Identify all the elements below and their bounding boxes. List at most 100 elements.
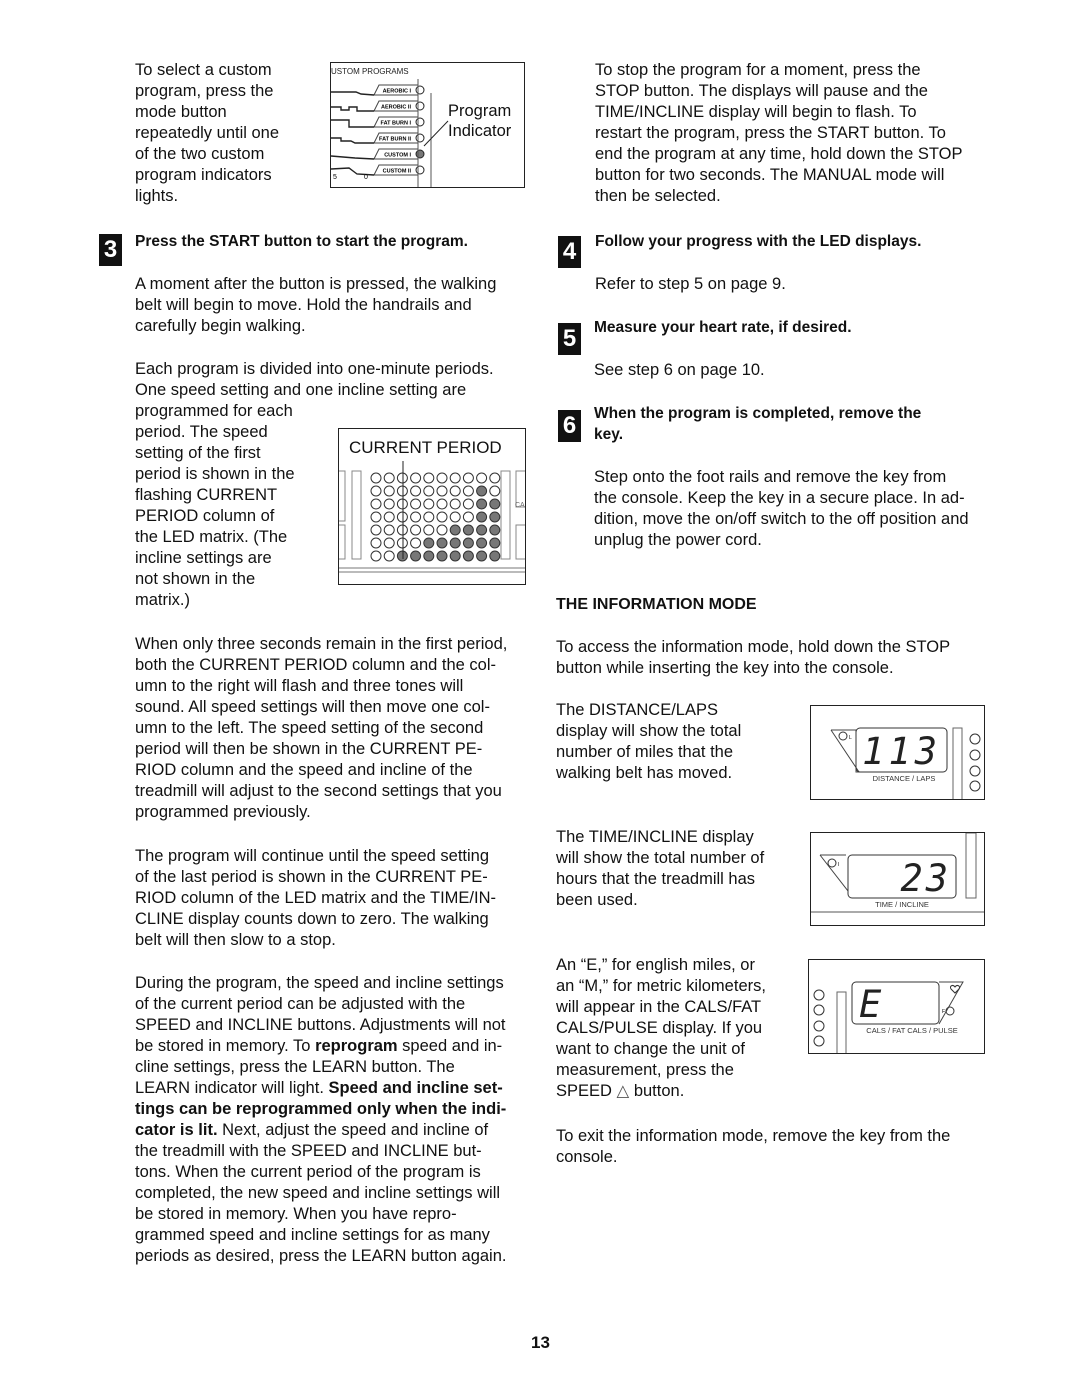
text-line: sound. All speed settings will then move… [135,698,490,716]
text-line: When only three seconds remain in the fi… [135,635,508,653]
text-line: umn to the right will flash and three to… [135,677,464,695]
tick-label: 5 [333,174,337,181]
text-run: of the current period can be adjusted wi… [135,995,466,1013]
text-line: SPEED △ button. [556,1081,766,1102]
program-indicator [415,133,425,143]
text-line: programmed previously. [135,803,311,821]
step-5-badge: 5 [558,323,581,355]
led-off [370,524,382,536]
cals-value: E [859,983,882,1026]
information-mode-heading: THE INFORMATION MODE [556,596,757,613]
indicator-letter: I [838,862,839,868]
program-panel-header: USTOM PROGRAMS [331,67,409,76]
led-lit [449,550,461,562]
led-lit [449,524,461,536]
text-line: measurement, press the [556,1061,734,1079]
text-line: an “M,” for metric kilometers, [556,977,766,995]
text-run: LEARN indicator will light. [135,1079,329,1097]
cals-label: CALS / FAT CALS / PULSE [866,1026,957,1035]
distance-display-drawing: L 113 DISTANCE / LAPS [830,727,981,799]
custom-programs-figure: USTOM PROGRAMS AEROBIC I AEROBIC II FAT BU… [330,62,525,188]
led-off [436,511,448,523]
text-line: will appear in the CALS/FAT [556,998,762,1016]
text-line: restart the program, press the START but… [595,124,946,142]
text-line: carefully begin walking. [135,317,306,335]
step-3-para-3: When only three seconds remain in the fi… [135,634,507,823]
text-line: A moment after the button is pressed, th… [135,275,497,293]
led-off [462,485,474,497]
time-para: The TIME/INCLINE display will show the t… [556,827,764,911]
text-run: SPEED and INCLINE buttons. Adjustments w… [135,1016,506,1034]
cals-display-drawing: E F CALS / FAT CALS / PULSE [813,981,964,1053]
stop-program-para: To stop the program for a moment, press … [595,60,963,207]
text-line: matrix.) [135,591,190,609]
text-line: of the last period is shown in the CURRE… [135,868,488,886]
custom-select-text: To select a custom program, press the mo… [135,60,279,207]
text-line: walking belt has moved. [556,764,733,782]
text-line: dition, move the on/off switch to the of… [594,510,969,528]
text-line: To stop the program for a moment, press … [595,61,921,79]
led-off [396,472,408,484]
text-line: TIME/INCLINE display will begin to flash… [595,103,917,121]
text-line: treadmill will adjust to the second sett… [135,782,502,800]
led-off [449,472,461,484]
text-line: want to change the unit of [556,1040,745,1058]
text-line: cline settings, press the LEARN button. … [135,1057,506,1078]
bold-text: cator is lit. [135,1121,218,1139]
program-label: CUSTOM I [384,153,411,159]
distance-para: The DISTANCE/LAPS display will show the … [556,700,741,784]
led-off [383,550,395,562]
led-off [410,498,422,510]
text-line: belt will then slow to a stop. [135,931,336,949]
led-lit [449,537,461,549]
led-lit [423,550,435,562]
program-row: AEROBIC II [331,100,425,112]
text-line: button while inserting the key into the … [556,659,894,677]
text-line: lights. [135,187,179,205]
led-off [449,498,461,510]
led-off [423,498,435,510]
text-line: The TIME/INCLINE display [556,828,754,846]
led-off [423,472,435,484]
led-off [423,485,435,497]
information-mode-intro: To access the information mode, hold dow… [556,637,950,679]
text-line: hours that the treadmill has [556,870,756,888]
text-line: Step onto the foot rails and remove the … [594,468,947,486]
program-profile [331,137,374,144]
led-lit [423,537,435,549]
text-line: the treadmill with the SPEED and INCLINE… [135,1141,506,1162]
led-lit [476,511,488,523]
text-line: display will show the total [556,722,742,740]
text-line: To select a custom [135,61,272,79]
led-off [396,537,408,549]
text-line: RIOD column of the LED matrix and the TI… [135,889,496,907]
led-off [462,498,474,510]
step-5-body: See step 6 on page 10. [594,361,765,379]
led-off [410,485,422,497]
led-off [370,550,382,562]
text-line: completed, the new speed and incline set… [135,1183,506,1204]
led-off [383,485,395,497]
led-off [370,472,382,484]
led-off [410,472,422,484]
text-line: unplug the power cord. [594,531,762,549]
callout-line: Program [448,102,512,120]
text-line: To access the information mode, hold dow… [556,638,951,656]
program-profile [331,119,374,128]
text-run: be stored in memory. When you have repro… [135,1205,457,1223]
title-line: key. [594,426,624,443]
led-lit [396,550,408,562]
text-line: button for two seconds. The MANUAL mode … [595,166,945,184]
led-lit [476,537,488,549]
led-lit [489,511,501,523]
page-number: 13 [531,1333,550,1352]
led-lit [489,537,501,549]
text-run: During the program, the speed and inclin… [135,974,504,992]
bold-text: Speed and incline set- [328,1079,503,1097]
text-line: tons. When the current period of the pro… [135,1162,506,1183]
led-off [370,498,382,510]
text-line: be stored in memory. When you have repro… [135,1204,506,1225]
program-label: FAT BURN I [381,121,412,127]
led-off [462,472,474,484]
led-off [449,511,461,523]
